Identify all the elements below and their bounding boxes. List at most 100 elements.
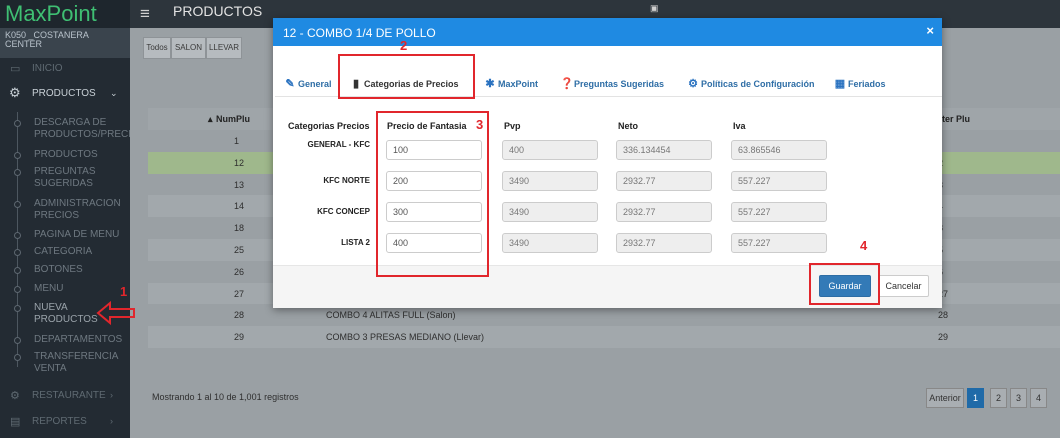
pager-page-3[interactable]: 3: [1010, 388, 1027, 408]
tree-node-icon: [14, 169, 21, 176]
tree-node-icon: [14, 337, 21, 344]
sidebar-subitem[interactable]: TRANSFERENCIA VENTA: [34, 351, 130, 375]
col-pvp: Pvp: [504, 121, 521, 131]
sidebar-item-reportes[interactable]: ▤ REPORTES ›: [0, 416, 130, 432]
annotation-number-2: 2: [400, 38, 408, 53]
notification-icon[interactable]: ▣: [650, 3, 659, 14]
arrow-left-icon: [96, 300, 135, 326]
close-icon[interactable]: ×: [926, 23, 934, 38]
annotation-box-fantasia: [376, 111, 489, 277]
page-title: PRODUCTOS: [173, 3, 263, 19]
pvp-field: 400: [502, 140, 598, 160]
chevron-right-icon: ›: [110, 416, 113, 426]
asterisk-icon: ✱: [485, 78, 495, 90]
cell-description: COMBO 3 PRESAS MEDIANO (Llevar): [326, 332, 485, 343]
tab-maxpoint[interactable]: ✱ MaxPoint: [484, 77, 538, 90]
tree-node-icon: [14, 120, 21, 127]
cell-numplu: 28: [234, 310, 245, 321]
price-category-label: KFC NORTE: [323, 176, 370, 185]
filter-llevar-button[interactable]: LLEVAR: [206, 37, 242, 59]
cell-numplu: 1: [234, 136, 240, 146]
col-categorias-precios: Categorias Precios: [288, 121, 370, 131]
sidebar-subitem[interactable]: PREGUNTAS SUGERIDAS: [34, 166, 130, 190]
neto-field: 2932.77: [616, 233, 712, 253]
cell-masterplu: 29: [938, 332, 949, 343]
pager-previous[interactable]: Anterior: [926, 388, 964, 408]
neto-field: 2932.77: [616, 171, 712, 191]
tab-feriados[interactable]: ▦ Feriados: [834, 77, 886, 90]
sidebar-item-inicio[interactable]: ▭ INICIO: [0, 63, 130, 79]
cell-description: COMBO 4 ALITAS FULL (Salon): [326, 310, 456, 321]
restaurant-icon: ⚙: [10, 390, 20, 402]
monitor-icon: ▭: [10, 63, 21, 75]
tree-node-icon: [14, 249, 21, 256]
col-masterplu[interactable]: ter Plu: [942, 114, 970, 124]
pager-page-1[interactable]: 1: [967, 388, 984, 408]
modal-header: 12 - COMBO 1/4 DE POLLO ×: [273, 18, 942, 46]
app-logo: MaxPoint: [0, 0, 130, 28]
pvp-field: 3490: [502, 202, 598, 222]
annotation-box-tab: [338, 54, 475, 99]
sidebar-subitem[interactable]: ADMINISTRACION PRECIOS: [34, 198, 130, 222]
chevron-down-icon: ⌄: [110, 88, 118, 98]
calendar-icon: ▦: [834, 78, 846, 90]
sidebar-subitem[interactable]: BOTONES: [34, 264, 130, 276]
tree-node-icon: [14, 152, 21, 159]
report-icon: ▤: [10, 416, 21, 428]
sidebar-subitem[interactable]: DEPARTAMENTOS: [34, 334, 130, 346]
filter-todos-button[interactable]: Todos: [143, 37, 171, 59]
annotation-number-1: 1: [120, 284, 128, 299]
cell-numplu: 27: [234, 288, 245, 299]
table-info: Mostrando 1 al 10 de 1,001 registros: [152, 392, 299, 402]
cell-numplu: 12: [234, 157, 245, 168]
cell-numplu: 25: [234, 245, 245, 255]
edit-icon: ✎: [285, 78, 295, 90]
tab-politicas[interactable]: ⚙ Políticas de Configuración: [687, 77, 814, 90]
sort-icon: ▴: [208, 114, 213, 124]
modal-title: 12 - COMBO 1/4 DE POLLO: [283, 26, 436, 40]
iva-field: 557.227: [731, 233, 827, 253]
cancel-button[interactable]: Cancelar: [878, 275, 929, 297]
tree-node-icon: [14, 267, 21, 274]
sidebar-subitem[interactable]: CATEGORIA: [34, 246, 130, 258]
chevron-right-icon: ›: [110, 390, 113, 400]
cell-masterplu: 28: [938, 310, 949, 321]
neto-field: 336.134454: [616, 140, 712, 160]
price-category-label: KFC CONCEP: [317, 207, 370, 216]
question-icon: ❓: [560, 78, 574, 90]
cell-numplu: 29: [234, 332, 245, 343]
store-name: K050 _COSTANERA CENTER: [0, 28, 130, 58]
annotation-box-save: [809, 263, 880, 305]
pvp-field: 3490: [502, 233, 598, 253]
price-category-label: GENERAL - KFC: [307, 140, 370, 149]
annotation-number-3: 3: [476, 117, 484, 132]
neto-field: 2932.77: [616, 202, 712, 222]
tab-general[interactable]: ✎ General: [284, 77, 331, 90]
tab-preguntas-sugeridas[interactable]: ❓Preguntas Sugeridas: [560, 77, 664, 90]
tree-node-icon: [14, 201, 21, 208]
pvp-field: 3490: [502, 171, 598, 191]
tree-node-icon: [14, 232, 21, 239]
sidebar-subitem[interactable]: PAGINA DE MENU: [34, 229, 130, 241]
iva-field: 557.227: [731, 171, 827, 191]
pager-page-4[interactable]: 4: [1030, 388, 1047, 408]
menu-toggle-icon[interactable]: ≡: [140, 4, 150, 24]
cell-numplu: 18: [234, 223, 245, 234]
sidebar-item-productos[interactable]: ⚙ PRODUCTOS ⌄: [0, 85, 130, 104]
table-row[interactable]: 29 COMBO 3 PRESAS MEDIANO (Llevar) 29: [148, 326, 1060, 349]
sidebar-subitem[interactable]: PRODUCTOS: [34, 149, 130, 161]
price-category-label: LISTA 2: [341, 238, 370, 247]
col-iva: Iva: [733, 121, 746, 131]
col-numplu[interactable]: NumPlu: [216, 114, 250, 124]
pager-page-2[interactable]: 2: [990, 388, 1007, 408]
sidebar-subitem[interactable]: DESCARGA DE PRODUCTOS/PRECIO: [34, 117, 139, 141]
cell-numplu: 26: [234, 266, 245, 277]
annotation-number-4: 4: [860, 238, 868, 253]
sidebar-tree-line: [17, 112, 18, 367]
sidebar-subitem[interactable]: MENU: [34, 283, 130, 295]
filter-salon-button[interactable]: SALON: [171, 37, 206, 59]
gear-icon: ⚙: [688, 78, 698, 90]
sidebar-item-restaurante[interactable]: ⚙ RESTAURANTE ›: [0, 390, 130, 406]
gear-icon: ⚙: [9, 85, 21, 100]
col-neto: Neto: [618, 121, 638, 131]
